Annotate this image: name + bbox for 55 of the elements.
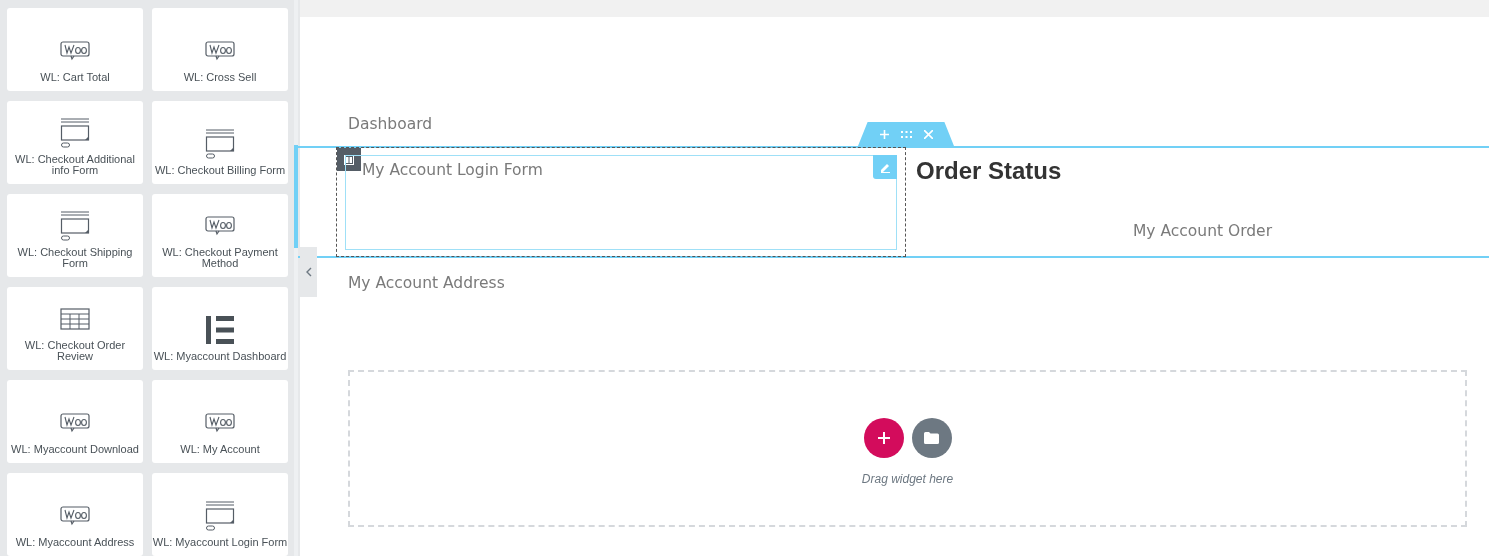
widget-label: WL: Myaccount Login Form — [152, 537, 288, 548]
form-icon — [60, 118, 90, 148]
column-handle[interactable] — [337, 148, 361, 171]
collapse-button[interactable] — [300, 247, 317, 297]
order-text: My Account Order — [1133, 222, 1272, 240]
plus-icon — [877, 431, 890, 444]
widget-label: WL: My Account — [180, 444, 260, 455]
woo-icon — [60, 413, 90, 433]
drop-hint: Drag widget here — [861, 470, 954, 488]
widget-label: WL: Myaccount Dashboard — [153, 351, 287, 362]
widget-card[interactable]: WL: Checkout Shipping Form — [7, 194, 143, 277]
address-text: My Account Address — [348, 274, 505, 292]
widget-card[interactable]: WL: Cross Sell — [152, 8, 288, 91]
widget-label: WL: Myaccount Download — [11, 444, 139, 455]
widget-label: WL: Checkout Additional info Form — [14, 154, 136, 176]
form-icon — [205, 501, 235, 531]
widget-card[interactable]: WL: Myaccount Login Form — [152, 473, 288, 556]
widget-title: My Account Login Form — [362, 160, 543, 181]
widget-card[interactable]: WL: Myaccount Download — [7, 380, 143, 463]
woo-icon — [60, 41, 90, 61]
woo-icon — [205, 41, 235, 61]
drag-icon[interactable] — [900, 130, 912, 138]
widget-label: WL: Checkout Shipping Form — [16, 247, 134, 269]
widget-label: WL: Myaccount Address — [15, 537, 135, 548]
widget-card[interactable]: WL: Myaccount Dashboard — [152, 287, 288, 370]
woo-icon — [205, 413, 235, 433]
pencil-icon — [879, 161, 891, 173]
widget-label: WL: Checkout Billing Form — [154, 165, 286, 176]
close-icon[interactable] — [923, 129, 933, 139]
widget-card[interactable]: WL: Cart Total — [7, 8, 143, 91]
table-icon — [60, 308, 90, 330]
chevron-left-icon — [305, 267, 312, 277]
scrollbar-thumb[interactable] — [294, 145, 298, 248]
add-section-button[interactable] — [863, 417, 904, 458]
widget-card[interactable]: WL: My Account — [152, 380, 288, 463]
order-heading: Order Status — [916, 157, 1062, 184]
add-icon[interactable] — [879, 129, 889, 139]
woo-icon — [60, 506, 90, 526]
elementor-icon — [205, 315, 235, 345]
widget-label: WL: Checkout Order Review — [23, 340, 127, 362]
edit-button[interactable] — [873, 155, 897, 179]
widget-card[interactable]: WL: Checkout Additional info Form — [7, 101, 143, 184]
widget-label: WL: Cart Total — [40, 72, 110, 83]
woo-icon — [205, 216, 235, 236]
form-icon — [60, 211, 90, 241]
widget-card[interactable]: WL: Checkout Payment Method — [152, 194, 288, 277]
template-button[interactable] — [911, 417, 952, 458]
dashboard-text: Dashboard — [348, 115, 433, 133]
widget-label: WL: Checkout Payment Method — [161, 247, 279, 269]
folder-icon — [924, 431, 939, 444]
widget-card[interactable]: WL: Myaccount Address — [7, 473, 143, 556]
form-icon — [205, 129, 235, 159]
widget-label: WL: Cross Sell — [183, 72, 257, 83]
widget-card[interactable]: WL: Checkout Order Review — [7, 287, 143, 370]
widget-card[interactable]: WL: Checkout Billing Form — [152, 101, 288, 184]
